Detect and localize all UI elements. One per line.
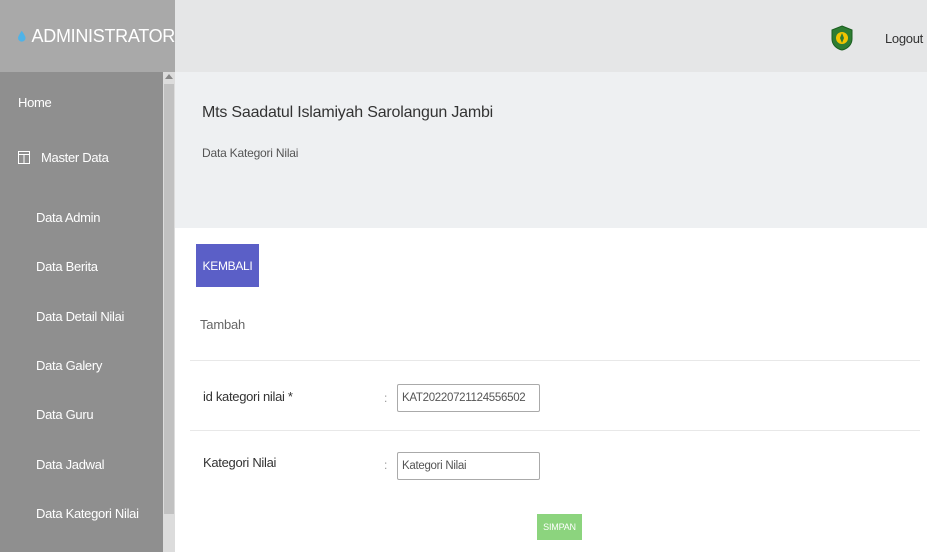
sidebar-brand[interactable]: ADMINISTRATOR	[0, 0, 175, 72]
field-colon: :	[384, 458, 388, 472]
save-button[interactable]: SIMPAN	[537, 514, 582, 540]
sidebar-item-label: Master Data	[41, 150, 109, 165]
sidebar-item-label: Data Galery	[36, 358, 103, 373]
section-label: Tambah	[200, 317, 246, 332]
sidebar-item-label: Home	[18, 95, 52, 110]
divider	[190, 360, 920, 361]
kategori-nilai-input[interactable]	[397, 452, 540, 480]
sidebar-item-home[interactable]: Home	[0, 95, 163, 110]
sidebar-item-label: Data Detail Nilai	[36, 309, 125, 324]
sidebar-item-label: Data Admin	[36, 210, 101, 225]
sidebar-item-data-berita[interactable]: Data Berita	[0, 259, 163, 274]
page-header	[175, 72, 927, 200]
top-bar	[175, 0, 927, 72]
divider	[190, 430, 920, 431]
sidebar-item-label: Data Guru	[36, 407, 94, 422]
sidebar-item-data-admin[interactable]: Data Admin	[0, 210, 163, 225]
back-button[interactable]: KEMBALI	[196, 244, 259, 287]
kategori-nilai-label: Kategori Nilai	[203, 455, 277, 470]
brand-label: ADMINISTRATOR	[31, 25, 176, 46]
id-kategori-nilai-label: id kategori nilai *	[203, 389, 293, 404]
sidebar-item-label: Data Kategori Nilai	[36, 506, 139, 521]
id-kategori-nilai-input[interactable]	[397, 384, 540, 412]
sidebar-scrollbar-thumb[interactable]	[164, 84, 174, 514]
sidebar-item-label: Data Berita	[36, 259, 98, 274]
page-title: Mts Saadatul Islamiyah Sarolangun Jambi	[202, 104, 494, 121]
sidebar-item-master-data[interactable]: Master Data	[0, 150, 163, 165]
page-subtitle: Data Kategori Nilai	[202, 146, 299, 160]
field-colon: :	[384, 391, 388, 405]
water-drop-icon	[18, 30, 26, 42]
sidebar-item-data-guru[interactable]: Data Guru	[0, 407, 163, 422]
scroll-up-arrow-icon[interactable]	[165, 74, 173, 79]
school-logo-icon	[831, 25, 853, 51]
table-icon	[18, 151, 30, 164]
sidebar-item-data-jadwal[interactable]: Data Jadwal	[0, 457, 163, 472]
sidebar-item-data-detail-nilai[interactable]: Data Detail Nilai	[0, 309, 163, 324]
sidebar-item-label: Data Jadwal	[36, 457, 105, 472]
sidebar-item-data-galery[interactable]: Data Galery	[0, 358, 163, 373]
sidebar-item-data-kategori-nilai[interactable]: Data Kategori Nilai	[0, 506, 163, 521]
logout-link[interactable]: Logout	[885, 31, 923, 46]
